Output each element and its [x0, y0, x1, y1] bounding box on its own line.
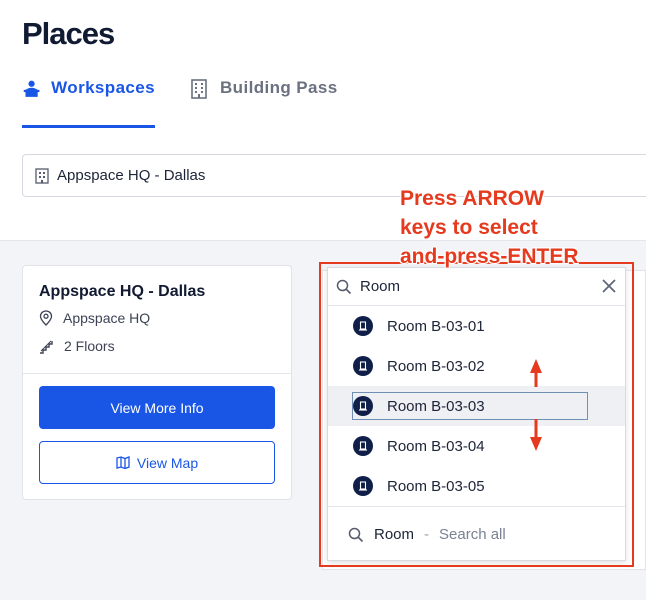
result-item[interactable]: Room B-03-05: [328, 466, 625, 506]
results-list: Room B-03-01 Room B-03-02 Room B-03-03 R…: [328, 306, 625, 506]
result-item[interactable]: Room B-03-01: [328, 306, 625, 346]
search-all-separator: -: [424, 526, 430, 543]
result-label: Room B-03-01: [387, 317, 485, 335]
room-icon: [353, 476, 373, 496]
card-floors-row: 2 Floors: [39, 338, 115, 354]
room-icon: [353, 436, 373, 456]
search-icon: [348, 527, 364, 542]
tab-label: Workspaces: [51, 78, 155, 97]
focus-ring: [352, 392, 588, 420]
header-section: Places Workspaces Building Pass Appspace…: [0, 0, 646, 241]
card-divider: [23, 373, 291, 374]
result-label: Room B-03-04: [387, 437, 485, 455]
page-title: Places: [22, 16, 115, 51]
search-input[interactable]: Room: [360, 278, 400, 295]
card-floors: 2 Floors: [64, 338, 115, 354]
room-icon: [353, 356, 373, 376]
person-desk-icon: [23, 80, 40, 97]
location-select[interactable]: Appspace HQ - Dallas: [22, 154, 646, 197]
building-icon: [191, 79, 207, 99]
card-location: Appspace HQ: [63, 310, 151, 326]
view-map-label: View Map: [136, 454, 199, 471]
close-icon[interactable]: [601, 278, 617, 294]
building-icon: [35, 167, 49, 184]
card-location-row: Appspace HQ: [39, 310, 150, 326]
tab-label: Building Pass: [220, 78, 338, 97]
stairs-icon: [40, 340, 53, 354]
view-more-info-button[interactable]: View More Info: [39, 386, 275, 429]
view-map-button[interactable]: View Map: [39, 441, 275, 484]
location-select-value: Appspace HQ - Dallas: [57, 167, 206, 184]
search-all-query: Room: [374, 526, 415, 543]
room-search-dropdown: Room Room B-03-01 Room B-03-02 Room B-03…: [327, 267, 626, 561]
location-card: Appspace HQ - Dallas Appspace HQ 2 Floor…: [22, 265, 292, 500]
search-icon: [336, 279, 352, 294]
result-label: Room B-03-02: [387, 357, 485, 375]
map-icon: [116, 456, 130, 469]
card-title: Appspace HQ - Dallas: [39, 283, 206, 300]
search-all-label: Search all: [439, 526, 506, 543]
search-all-option[interactable]: Room - Search all: [328, 506, 625, 562]
result-label: Room B-03-05: [387, 477, 485, 495]
result-item[interactable]: Room B-03-04: [328, 426, 625, 466]
tab-workspaces[interactable]: Workspaces: [22, 78, 155, 128]
room-icon: [353, 316, 373, 336]
tab-building-pass[interactable]: Building Pass: [188, 78, 338, 128]
search-row: Room: [328, 268, 625, 306]
result-item[interactable]: Room B-03-02: [328, 346, 625, 386]
result-item-active[interactable]: Room B-03-03: [328, 386, 625, 426]
map-pin-icon: [39, 310, 53, 326]
